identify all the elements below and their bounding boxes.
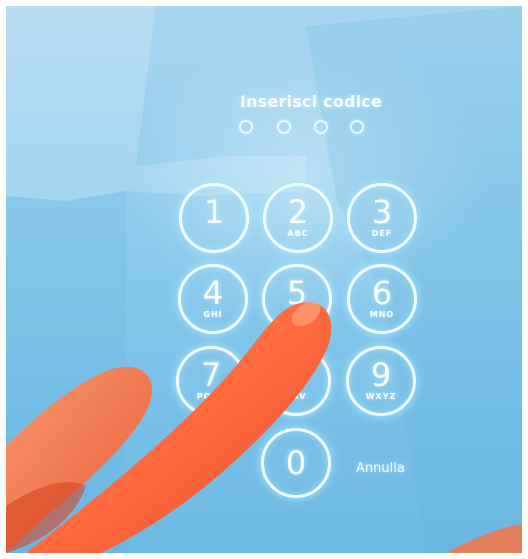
key-digit: 4 [202, 274, 224, 312]
key-letters: PQRS [196, 392, 226, 401]
key-letters: GHI [203, 310, 223, 319]
key-2[interactable]: 2 ABC [263, 183, 333, 253]
key-letters: ABC [287, 229, 309, 238]
key-digit: 9 [370, 356, 392, 394]
key-digit: 6 [371, 274, 393, 312]
key-letters: MNO [369, 310, 395, 319]
key-letters: DEF [371, 229, 393, 238]
passcode-dot [239, 120, 253, 134]
key-letters: TUV [285, 392, 307, 401]
key-digit: 8 [285, 356, 307, 394]
key-9[interactable]: 9 WXYZ [346, 346, 416, 416]
key-digit: 1 [203, 193, 225, 231]
key-3[interactable]: 3 DEF [347, 183, 417, 253]
cancel-button[interactable]: Annulla [356, 461, 405, 476]
key-digit: 7 [200, 356, 222, 394]
key-digit: 5 [286, 274, 308, 312]
key-5[interactable]: 5 JKL [262, 264, 332, 334]
passcode-dot [277, 120, 291, 134]
key-6[interactable]: 6 MNO [347, 264, 417, 334]
key-7[interactable]: 7 PQRS [176, 346, 246, 416]
key-letters: WXYZ [365, 392, 397, 401]
key-4[interactable]: 4 GHI [178, 264, 248, 334]
key-8[interactable]: 8 TUV [261, 346, 331, 416]
key-1[interactable]: 1 [179, 183, 249, 253]
passcode-dot [314, 120, 328, 134]
passcode-prompt: Inserisci codice [239, 92, 383, 111]
key-digit: 0 [285, 444, 307, 482]
key-digit: 3 [371, 193, 393, 231]
lock-screen: Inserisci codice 1 2 ABC 3 DEF 4 GHI 5 J… [6, 6, 522, 553]
key-digit: 2 [287, 193, 309, 231]
passcode-dots [6, 120, 522, 140]
key-0[interactable]: 0 [261, 428, 331, 498]
key-letters: JKL [288, 310, 306, 319]
passcode-dot [350, 120, 364, 134]
